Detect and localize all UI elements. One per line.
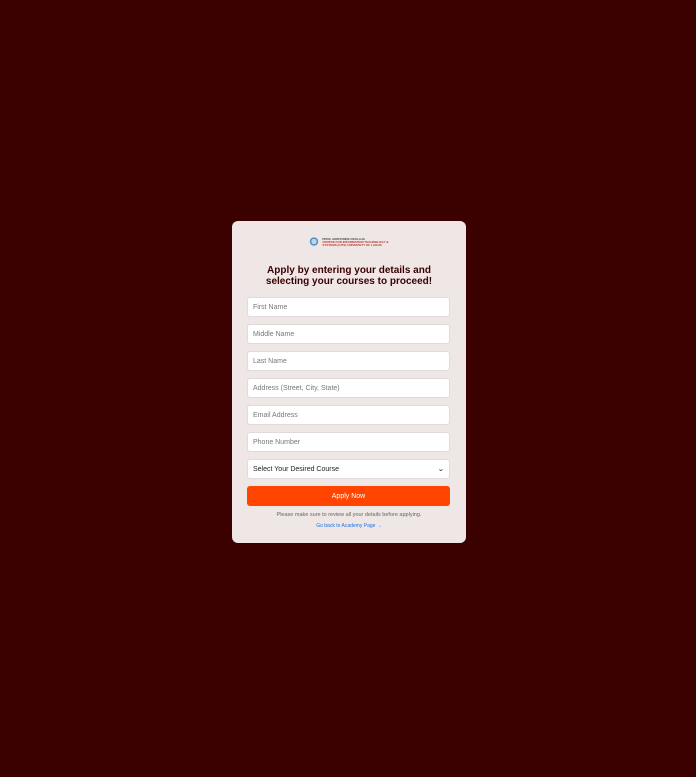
application-card: PROF. AKINTUNDE OKULAJA CENTRE FOR INFOR… [232,221,466,543]
apply-now-button[interactable]: Apply Now [247,486,450,506]
form-heading: Apply by entering your details and selec… [265,265,433,287]
last-name-placeholder: Last Name [253,357,287,365]
phone-placeholder: Phone Number [253,438,301,446]
first-name-placeholder: First Name [253,303,288,311]
back-to-academy-link[interactable]: Go back to Academy Page → [247,523,451,529]
course-select[interactable]: Select Your Desired Course ⌄ [247,459,450,479]
logo-text: PROF. AKINTUNDE OKULAJA CENTRE FOR INFOR… [322,237,388,247]
course-select-value: Select Your Desired Course [253,465,339,473]
chevron-down-icon: ⌄ [437,466,445,473]
cits-logo: PROF. AKINTUNDE OKULAJA CENTRE FOR INFOR… [247,236,451,248]
email-placeholder: Email Address [253,411,298,419]
university-emblem-icon [309,237,320,247]
last-name-input[interactable]: Last Name [247,351,450,371]
review-note: Please make sure to review all your deta… [276,512,422,518]
address-input[interactable]: Address (Street, City, State) [247,378,450,398]
middle-name-input[interactable]: Middle Name [247,324,450,344]
phone-input[interactable]: Phone Number [247,432,450,452]
middle-name-placeholder: Middle Name [253,330,295,338]
logo-line-3: SYSTEMS (CITS) UNIVERSITY OF LAGOS [322,242,382,247]
email-input[interactable]: Email Address [247,405,450,425]
address-placeholder: Address (Street, City, State) [253,384,340,392]
first-name-input[interactable]: First Name [247,297,450,317]
